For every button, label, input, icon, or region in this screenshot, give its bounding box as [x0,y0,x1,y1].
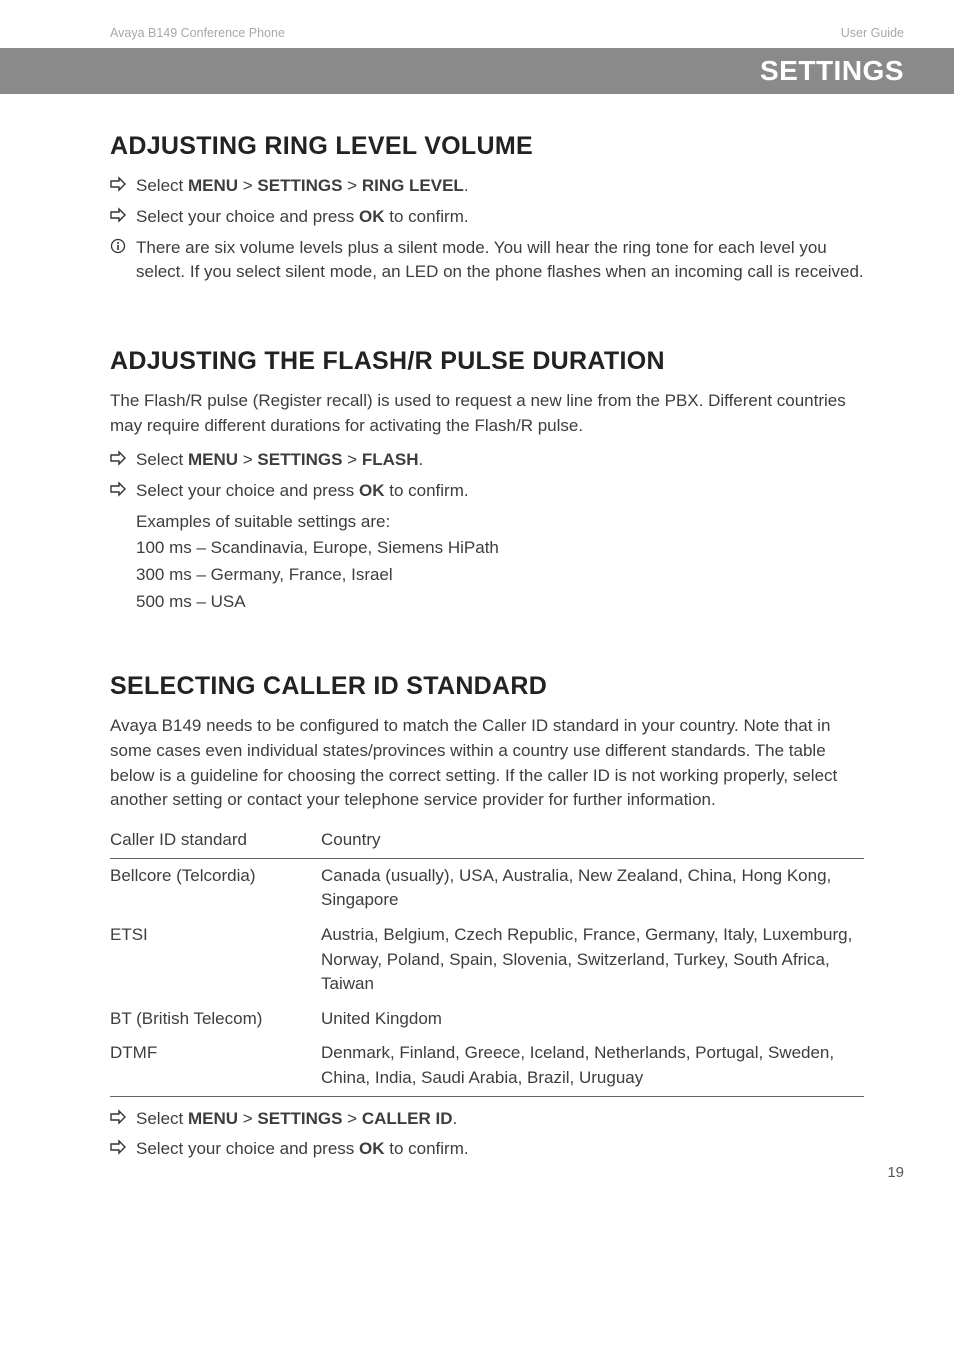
table-cell: United Kingdom [321,1002,864,1037]
text: > [342,1109,361,1128]
step-text: Select your choice and press OK to confi… [136,1139,469,1158]
table-row: DTMF Denmark, Finland, Greece, Iceland, … [110,1036,864,1096]
table-cell: Austria, Belgium, Czech Republic, France… [321,918,864,1002]
arrow-icon [110,176,128,194]
product-name: Avaya B149 Conference Phone [110,24,285,42]
steps-ring-level: Select MENU > SETTINGS > RING LEVEL. Sel… [110,174,864,285]
table-header-cell: Country [321,823,864,858]
table-cell: Denmark, Finland, Greece, Iceland, Nethe… [321,1036,864,1096]
steps-caller-id: Select MENU > SETTINGS > CALLER ID. Sele… [110,1107,864,1162]
step-text: Select MENU > SETTINGS > FLASH. [136,450,423,469]
table-row: ETSI Austria, Belgium, Czech Republic, F… [110,918,864,1002]
text: Select [136,450,188,469]
menu-label: MENU [188,176,238,195]
table-cell: Bellcore (Telcordia) [110,858,321,918]
band-title: SETTINGS [760,51,904,92]
steps-flash: Select MENU > SETTINGS > FLASH. Select y… [110,448,864,503]
menu-label: SETTINGS [257,1109,342,1128]
caller-id-table: Caller ID standard Country Bellcore (Tel… [110,823,864,1097]
section-band: SETTINGS [0,48,954,94]
menu-label: MENU [188,1109,238,1128]
text: > [238,176,257,195]
table-cell: Canada (usually), USA, Australia, New Ze… [321,858,864,918]
menu-label: SETTINGS [257,450,342,469]
ok-label: OK [359,207,385,226]
text: to confirm. [385,1139,469,1158]
text: Select your choice and press [136,1139,359,1158]
text: Select your choice and press [136,207,359,226]
menu-label: RING LEVEL [362,176,464,195]
heading-caller-id: SELECTING CALLER ID STANDARD [110,668,864,704]
step-item: Select your choice and press OK to confi… [110,479,864,504]
text: > [238,450,257,469]
example-line: 500 ms – USA [136,590,864,615]
table-cell: ETSI [110,918,321,1002]
example-line: 300 ms – Germany, France, Israel [136,563,864,588]
arrow-icon [110,450,128,468]
ok-label: OK [359,1139,385,1158]
table-header-cell: Caller ID standard [110,823,321,858]
table-row: Bellcore (Telcordia) Canada (usually), U… [110,858,864,918]
text: > [342,176,361,195]
text: > [238,1109,257,1128]
arrow-icon [110,1139,128,1157]
page-content: ADJUSTING RING LEVEL VOLUME Select MENU … [0,94,954,1208]
step-text: Select MENU > SETTINGS > CALLER ID. [136,1109,457,1128]
intro-flash: The Flash/R pulse (Register recall) is u… [110,389,864,438]
table-cell: BT (British Telecom) [110,1002,321,1037]
table-header-row: Caller ID standard Country [110,823,864,858]
text: . [464,176,469,195]
step-item: Select MENU > SETTINGS > CALLER ID. [110,1107,864,1132]
text: . [452,1109,457,1128]
text: Select [136,176,188,195]
heading-flash: ADJUSTING THE FLASH/R PULSE DURATION [110,343,864,379]
menu-label: CALLER ID [362,1109,453,1128]
menu-label: MENU [188,450,238,469]
page-number: 19 [887,1162,904,1184]
info-item: There are six volume levels plus a silen… [110,236,864,285]
step-text: Select your choice and press OK to confi… [136,481,469,500]
text: > [342,450,361,469]
step-text: Select your choice and press OK to confi… [136,207,469,226]
page-header: Avaya B149 Conference Phone User Guide [0,0,954,48]
step-item: Select your choice and press OK to confi… [110,1137,864,1162]
table-row: BT (British Telecom) United Kingdom [110,1002,864,1037]
table-cell: DTMF [110,1036,321,1096]
text: Select [136,1109,188,1128]
examples-label: Examples of suitable settings are: [136,510,864,535]
arrow-icon [110,481,128,499]
menu-label: FLASH [362,450,419,469]
arrow-icon [110,207,128,225]
info-icon [110,238,128,256]
menu-label: SETTINGS [257,176,342,195]
info-text: There are six volume levels plus a silen… [136,238,864,282]
arrow-icon [110,1109,128,1127]
example-line: 100 ms – Scandinavia, Europe, Siemens Hi… [136,536,864,561]
doc-type: User Guide [841,24,904,42]
step-item: Select MENU > SETTINGS > RING LEVEL. [110,174,864,199]
text: to confirm. [385,207,469,226]
text: Select your choice and press [136,481,359,500]
text: . [418,450,423,469]
intro-caller-id: Avaya B149 needs to be configured to mat… [110,714,864,813]
step-item: Select MENU > SETTINGS > FLASH. [110,448,864,473]
step-text: Select MENU > SETTINGS > RING LEVEL. [136,176,469,195]
flash-examples: Examples of suitable settings are: 100 m… [110,510,864,615]
step-item: Select your choice and press OK to confi… [110,205,864,230]
heading-ring-level: ADJUSTING RING LEVEL VOLUME [110,128,864,164]
text: to confirm. [385,481,469,500]
ok-label: OK [359,481,385,500]
